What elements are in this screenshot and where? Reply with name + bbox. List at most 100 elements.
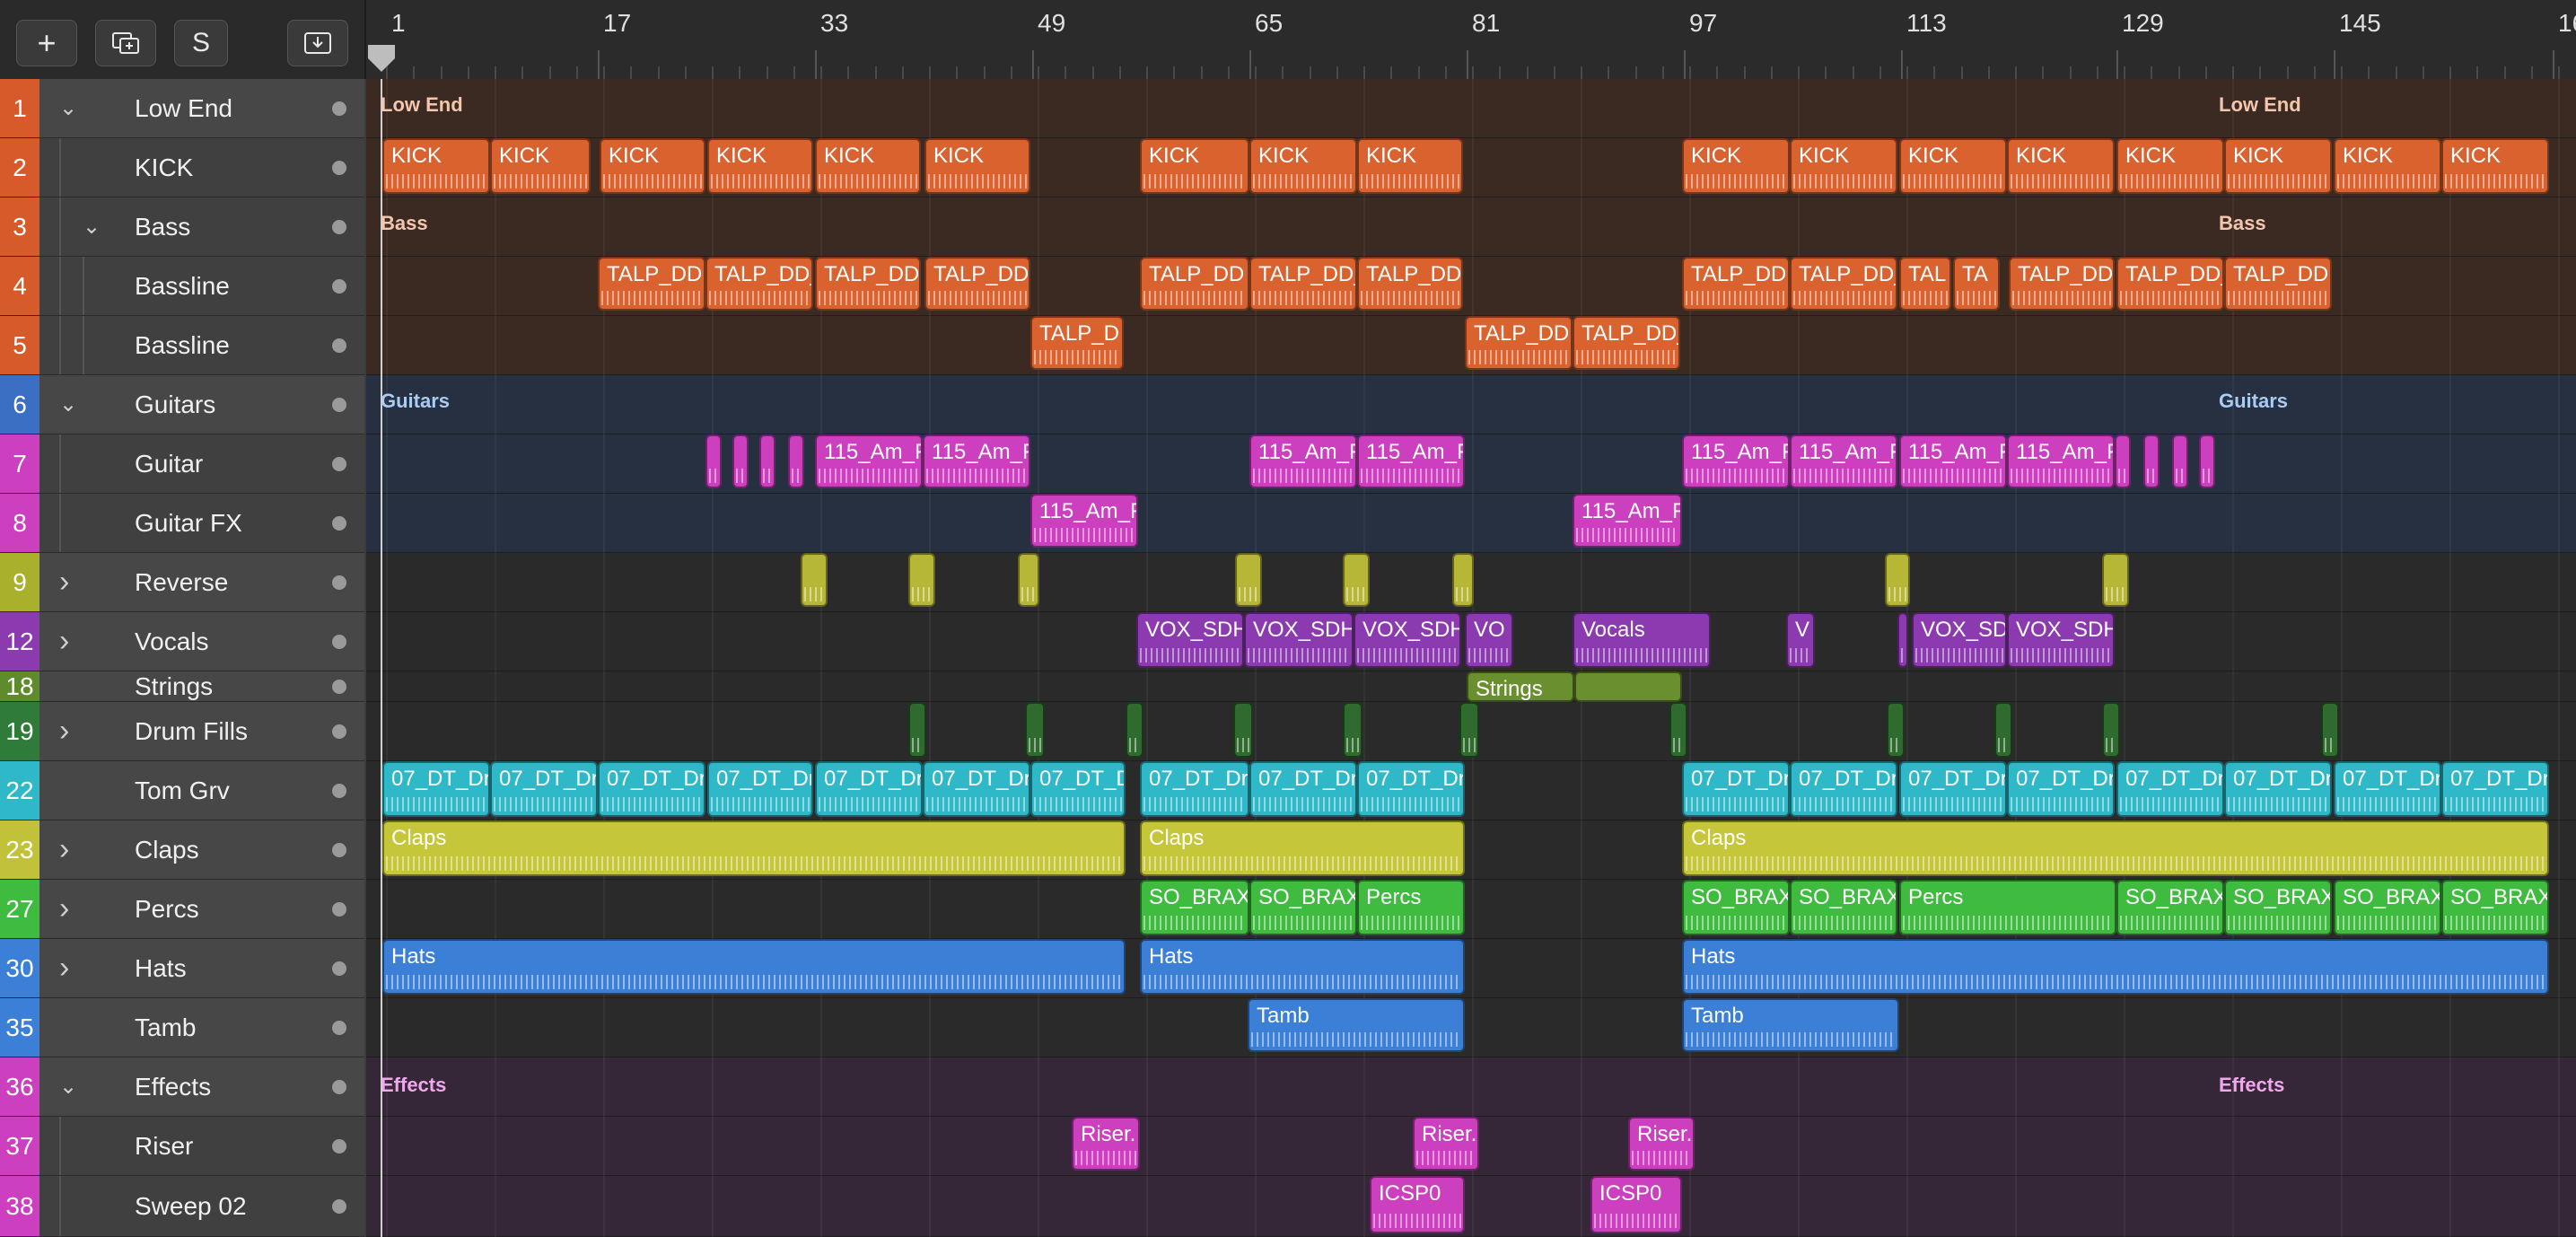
region-claps[interactable]: Claps [1682, 820, 2549, 876]
track-header-tamb[interactable]: 35 Tamb [0, 998, 364, 1057]
region-tom-groove[interactable]: 07_DT_Dr [2334, 761, 2441, 817]
track-name[interactable]: Guitar FX [135, 494, 242, 552]
track-name[interactable]: KICK [135, 138, 193, 197]
record-enable-icon[interactable] [332, 961, 346, 976]
record-enable-icon[interactable] [332, 724, 346, 739]
region-drum-fill[interactable] [1126, 702, 1143, 758]
region-tom-groove[interactable]: 07_DT_Dr [1357, 761, 1465, 817]
region-tamb[interactable]: Tamb [1248, 998, 1465, 1052]
add-track-button[interactable]: + [16, 20, 77, 66]
region-percs[interactable]: SO_BRAX [1140, 880, 1249, 935]
region-percs[interactable]: SO_BRAX [2441, 880, 2549, 935]
region-drum-fill[interactable] [2102, 702, 2120, 758]
region-kick[interactable]: KICK [2224, 138, 2332, 194]
chevron-right-icon[interactable]: › [59, 612, 69, 671]
region-tom-groove[interactable]: 07_DT_Dr [1249, 761, 1357, 817]
region-bassline[interactable]: TALP_DD [815, 257, 921, 311]
record-enable-icon[interactable] [332, 1198, 346, 1214]
region-tom-groove[interactable]: 07_DT_Dr [923, 761, 1030, 817]
region-vocals[interactable]: VOX_SDH [1354, 612, 1461, 668]
region-drum-fill[interactable] [1994, 702, 2012, 758]
region-guitar[interactable]: 115_Am_F [1357, 434, 1465, 488]
region-guitar-slice[interactable] [2115, 434, 2131, 488]
region-percs[interactable]: SO_BRAX [1790, 880, 1897, 935]
region-tom-groove[interactable]: 07_DT_D [1030, 761, 1126, 817]
region-vocals[interactable]: VOX_SDH [1244, 612, 1354, 668]
region-kick[interactable]: KICK [707, 138, 813, 194]
region-guitar-slice[interactable] [2199, 434, 2215, 488]
region-tom-groove[interactable]: 07_DT_Dr [1682, 761, 1790, 817]
chevron-down-icon[interactable]: ⌄ [59, 1057, 77, 1116]
record-enable-icon[interactable] [332, 901, 346, 917]
track-header-reverse[interactable]: 9 › Reverse [0, 553, 364, 612]
region-tom-groove[interactable]: 07_DT_Dr [2116, 761, 2224, 817]
region-hats[interactable]: Hats [1682, 939, 2549, 995]
region-kick[interactable]: KICK [1140, 138, 1249, 194]
track-header-tom-grv[interactable]: 22 Tom Grv [0, 761, 364, 820]
track-header-sweep-02[interactable]: 38 Sweep 02 [0, 1176, 364, 1237]
region-kick[interactable]: KICK [1682, 138, 1790, 194]
track-name[interactable]: Drum Fills [135, 702, 248, 760]
region-percs[interactable]: SO_BRAX [2224, 880, 2332, 935]
record-enable-icon[interactable] [332, 219, 346, 234]
region-bassline[interactable]: TALP_DD_ [705, 257, 813, 311]
track-name[interactable]: Bassline [135, 316, 230, 374]
region-percs[interactable]: SO_BRAX [1249, 880, 1357, 935]
record-enable-icon[interactable] [332, 515, 346, 531]
region-kick[interactable]: KICK [2334, 138, 2441, 194]
region-reverse[interactable] [1018, 553, 1039, 607]
download-button[interactable] [287, 20, 348, 66]
region-reverse[interactable] [2102, 553, 2129, 607]
track-name[interactable]: Guitars [135, 375, 215, 434]
region-bassline[interactable]: TALP_DD [598, 257, 705, 311]
region-guitar-fx[interactable]: 115_Am_F [1573, 494, 1682, 548]
track-header-claps[interactable]: 23 › Claps [0, 820, 364, 880]
track-header-percs[interactable]: 27 › Percs [0, 880, 364, 939]
region-reverse[interactable] [801, 553, 828, 607]
region-vocals[interactable] [1897, 612, 1908, 668]
region-kick[interactable]: KICK [1249, 138, 1357, 194]
record-enable-icon[interactable] [332, 160, 346, 175]
region-guitar[interactable]: 115_Am_F [1682, 434, 1790, 488]
record-enable-icon[interactable] [332, 338, 346, 353]
track-header-guitar[interactable]: 7 Guitar [0, 434, 364, 494]
region-bassline[interactable]: TALP_DD_ [1249, 257, 1357, 311]
region-tom-groove[interactable]: 07_DT_Dr [815, 761, 923, 817]
track-name[interactable]: Claps [135, 820, 199, 879]
region-tom-groove[interactable]: 07_DT_Dr [2441, 761, 2549, 817]
track-header-bassline[interactable]: 4 Bassline [0, 257, 364, 316]
timeline-ruler[interactable]: 1 17 33 49 65 81 97 113 129 145 16 [366, 0, 2576, 79]
region-guitar[interactable]: 115_Am_F [1249, 434, 1357, 488]
region-guitar[interactable]: 115_Am_F [815, 434, 923, 488]
track-header-guitar-fx[interactable]: 8 Guitar FX [0, 494, 364, 553]
region-tom-groove[interactable]: 07_DT_Dr [2007, 761, 2115, 817]
region-strings[interactable] [1574, 671, 1682, 702]
region-guitar[interactable]: 115_Am_F [2007, 434, 2115, 488]
region-bassline[interactable]: TALP_DD [924, 257, 1030, 311]
region-kick[interactable]: KICK [2007, 138, 2115, 194]
region-kick[interactable]: KICK [1899, 138, 2007, 194]
region-drum-fill[interactable] [908, 702, 926, 758]
region-kick[interactable]: KICK [2441, 138, 2549, 194]
track-name[interactable]: Riser [135, 1117, 193, 1175]
region-bassline[interactable]: TALP_DD_ [1573, 316, 1680, 370]
region-percs[interactable]: SO_BRAX [2334, 880, 2441, 935]
track-header-drum-fills[interactable]: 19 › Drum Fills [0, 702, 364, 761]
chevron-right-icon[interactable]: › [59, 553, 69, 611]
region-kick[interactable]: KICK [1357, 138, 1463, 194]
region-bassline[interactable]: TAL [1899, 257, 1951, 311]
track-header-vocals[interactable]: 12 › Vocals [0, 612, 364, 671]
region-kick[interactable]: KICK [2116, 138, 2224, 194]
region-bassline[interactable]: TALP_DD [1682, 257, 1790, 311]
track-name[interactable]: Vocals [135, 612, 209, 671]
record-enable-icon[interactable] [332, 1020, 346, 1035]
chevron-right-icon[interactable]: › [59, 880, 69, 938]
track-name[interactable]: Guitar [135, 434, 203, 493]
region-tom-groove[interactable]: 07_DT_Dr [490, 761, 598, 817]
record-enable-icon[interactable] [332, 679, 346, 694]
track-lane[interactable] [366, 494, 2576, 553]
region-bassline[interactable]: TALP_DD [1140, 257, 1249, 311]
region-reverse[interactable] [1452, 553, 1474, 607]
region-tom-groove[interactable]: 07_DT_Dr [1899, 761, 2007, 817]
track-name[interactable]: Strings [135, 671, 213, 701]
